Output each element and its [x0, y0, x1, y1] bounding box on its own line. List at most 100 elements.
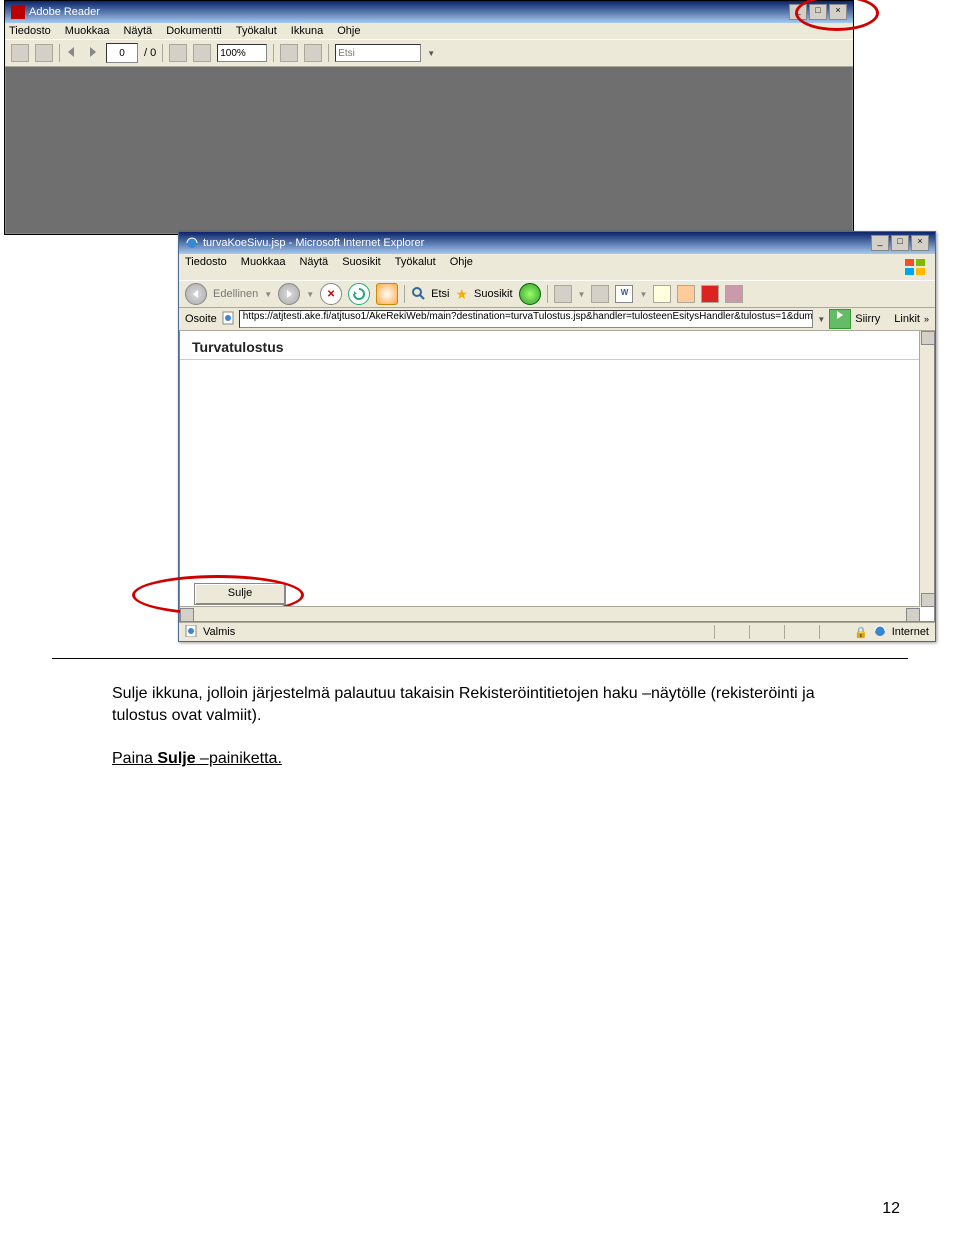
save-icon[interactable]: [11, 44, 29, 62]
status-cell: [749, 625, 778, 639]
dropdown-icon[interactable]: ▼: [817, 315, 825, 324]
lock-icon: 🔒: [854, 626, 868, 639]
status-cell: [714, 625, 743, 639]
menu-item[interactable]: Ohje: [450, 256, 473, 278]
zoom-input[interactable]: [217, 44, 267, 62]
reader-search-input[interactable]: [335, 44, 421, 62]
windows-logo-icon: [901, 256, 929, 278]
menu-item[interactable]: Dokumentti: [166, 25, 222, 37]
instr-pre: Paina: [112, 750, 157, 767]
ie-window: turvaKoeSivu.jsp - Microsoft Internet Ex…: [178, 231, 936, 642]
vertical-scrollbar[interactable]: [919, 331, 934, 607]
dropdown-icon[interactable]: ▼: [306, 290, 314, 299]
back-label: Edellinen: [213, 288, 258, 300]
menu-item[interactable]: Muokkaa: [65, 25, 110, 37]
document-page: Adobe Reader _ □ × Tiedosto Muokkaa Näyt…: [0, 0, 960, 1200]
address-input[interactable]: https://atjtesti.ake.fi/atjtuso1/AkeReki…: [239, 310, 814, 328]
mail-icon[interactable]: [554, 285, 572, 303]
ie-toolbar: Edellinen ▼ ▼ ✕ Etsi ★ Suosikit ▼ W: [179, 280, 935, 308]
close-button[interactable]: ×: [911, 235, 929, 251]
next-page-icon[interactable]: [86, 46, 100, 60]
minimize-button[interactable]: _: [871, 235, 889, 251]
paragraph: Sulje ikkuna, jolloin järjestelmä palaut…: [112, 683, 848, 726]
menu-item[interactable]: Ohje: [337, 25, 360, 37]
status-cell: [784, 625, 813, 639]
back-button[interactable]: [185, 283, 207, 305]
print-icon[interactable]: [35, 44, 53, 62]
menu-item[interactable]: Tiedosto: [185, 256, 227, 278]
zoom-in-icon[interactable]: [193, 44, 211, 62]
sulje-button[interactable]: Sulje: [194, 583, 286, 605]
menu-item[interactable]: Näytä: [123, 25, 152, 37]
favorites-label[interactable]: Suosikit: [474, 288, 513, 300]
tool-icon[interactable]: [725, 285, 743, 303]
tool-icon[interactable]: [701, 285, 719, 303]
favorites-icon[interactable]: ★: [455, 286, 468, 303]
stop-button[interactable]: ✕: [320, 283, 342, 305]
instruction-line: Paina Sulje –painiketta.: [112, 748, 848, 770]
reader-title-text: Adobe Reader: [29, 6, 100, 18]
ie-menu-bar: Tiedosto Muokkaa Näytä Suosikit Työkalut…: [179, 254, 935, 280]
zone-icon: [874, 625, 886, 640]
page-number-input[interactable]: [106, 43, 138, 63]
adobe-reader-window: Adobe Reader _ □ × Tiedosto Muokkaa Näyt…: [4, 0, 854, 235]
tool-icon[interactable]: [304, 44, 322, 62]
ie-window-controls: _ □ ×: [871, 235, 929, 251]
tool-icon[interactable]: [677, 285, 695, 303]
page-total: / 0: [144, 47, 156, 59]
zoom-out-icon[interactable]: [169, 44, 187, 62]
menu-item[interactable]: Tiedosto: [9, 25, 51, 37]
dropdown-icon[interactable]: ▼: [427, 49, 435, 58]
document-text: Sulje ikkuna, jolloin järjestelmä palaut…: [52, 658, 908, 780]
menu-item[interactable]: Näytä: [299, 256, 328, 278]
menu-item[interactable]: Suosikit: [342, 256, 381, 278]
refresh-button[interactable]: [348, 283, 370, 305]
maximize-button[interactable]: □: [891, 235, 909, 251]
reader-title-bar: Adobe Reader _ □ ×: [5, 1, 853, 23]
dropdown-icon[interactable]: ▼: [578, 290, 586, 299]
media-button[interactable]: [519, 283, 541, 305]
instr-post: –painiketta.: [196, 750, 282, 767]
ie-content-area: Turvatulostus Sulje: [179, 331, 935, 622]
dropdown-icon[interactable]: ▼: [264, 290, 272, 299]
ie-status-bar: Valmis 🔒 Internet: [179, 622, 935, 641]
search-icon[interactable]: [411, 286, 425, 303]
status-text: Valmis: [203, 626, 235, 638]
prev-page-icon[interactable]: [66, 46, 80, 60]
menu-item[interactable]: Ikkuna: [291, 25, 323, 37]
search-label[interactable]: Etsi: [431, 288, 449, 300]
status-cell: [819, 625, 848, 639]
edit-word-icon[interactable]: W: [615, 285, 633, 303]
home-button[interactable]: [376, 283, 398, 305]
forward-button[interactable]: [278, 283, 300, 305]
page-number: 12: [882, 1200, 900, 1218]
menu-item[interactable]: Työkalut: [236, 25, 277, 37]
page-heading: Turvatulostus: [180, 331, 934, 360]
adobe-icon: [11, 5, 25, 19]
links-label[interactable]: Linkit: [894, 313, 920, 325]
print-icon[interactable]: [591, 285, 609, 303]
dropdown-icon[interactable]: ▼: [639, 290, 647, 299]
minimize-button[interactable]: _: [789, 4, 807, 20]
chevron-icon[interactable]: »: [924, 314, 929, 324]
ie-title-text: turvaKoeSivu.jsp - Microsoft Internet Ex…: [203, 237, 424, 249]
tool-icon[interactable]: [280, 44, 298, 62]
ie-page-icon: [185, 625, 197, 640]
reader-toolbar: / 0 ▼: [5, 39, 853, 67]
go-label: Siirry: [855, 313, 880, 325]
go-button[interactable]: [829, 309, 851, 329]
maximize-button[interactable]: □: [809, 4, 827, 20]
menu-item[interactable]: Työkalut: [395, 256, 436, 278]
zone-label: Internet: [892, 626, 929, 638]
tool-icon[interactable]: [653, 285, 671, 303]
reader-menu-bar: Tiedosto Muokkaa Näytä Dokumentti Työkal…: [5, 23, 853, 39]
instr-bold: Sulje: [157, 750, 195, 767]
ie-page-icon: [185, 236, 199, 250]
close-button[interactable]: ×: [829, 4, 847, 20]
horizontal-scrollbar[interactable]: [180, 606, 920, 621]
reader-content-area: [5, 67, 853, 234]
address-label: Osoite: [185, 313, 217, 325]
reader-window-controls: _ □ ×: [789, 4, 847, 20]
menu-item[interactable]: Muokkaa: [241, 256, 286, 278]
ie-title-bar: turvaKoeSivu.jsp - Microsoft Internet Ex…: [179, 232, 935, 254]
